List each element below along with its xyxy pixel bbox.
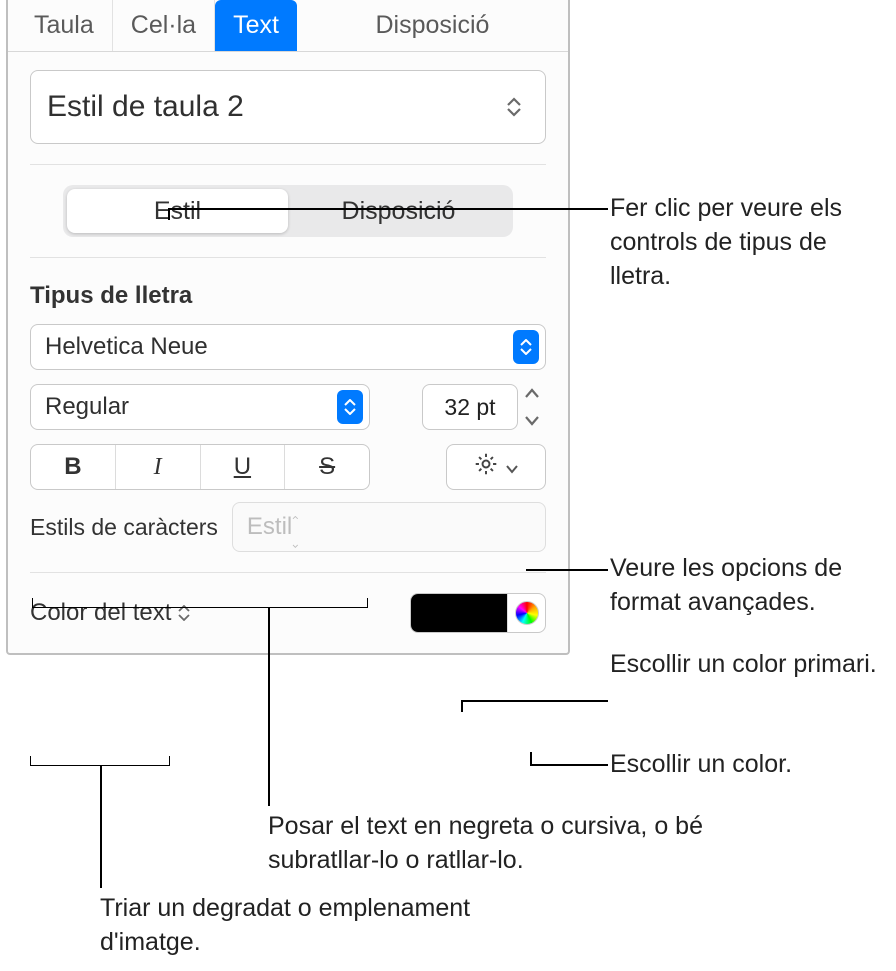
gear-icon [473,451,499,484]
font-size-value: 32 pt [444,394,495,421]
tab-text[interactable]: Text [215,0,297,51]
callout-line [530,764,608,766]
callout-line [461,700,463,712]
bracket [30,756,170,766]
popup-stepper-icon [513,330,539,364]
top-tabbar: Taula Cel·la Text Disposició [8,0,568,52]
color-swatch[interactable] [411,594,507,632]
callout-line [100,766,102,888]
callout-line [461,700,608,702]
divider [30,257,546,258]
callout-primary-color: Escollir un color primari. [610,648,890,682]
tab-taula[interactable]: Taula [8,0,113,51]
font-typeface-popup[interactable]: Regular [30,384,370,430]
callout-line [526,569,608,571]
bracket [32,598,368,608]
font-size-field[interactable]: 32 pt [422,384,518,430]
callout-line [530,752,532,764]
font-family-value: Helvetica Neue [45,333,513,361]
divider [30,572,546,573]
chevron-down-icon [505,453,519,481]
callout-pick-color: Escollir un color. [610,748,890,782]
callout-bius: Posar el text en negreta o cursiva, o bé… [268,810,748,878]
font-section-label: Tipus de lletra [30,282,546,310]
character-style-popup[interactable]: Estil [232,502,546,552]
color-wheel-button[interactable] [507,594,545,632]
callout-line [168,208,608,210]
font-size-stepper[interactable] [524,387,546,427]
paragraph-style-popup[interactable]: Estil de taula 2 [30,70,546,144]
inspector-panel: Taula Cel·la Text Disposició Estil de ta… [6,0,570,655]
font-family-popup[interactable]: Helvetica Neue [30,324,546,370]
advanced-options-button[interactable] [446,444,546,490]
callout-line [268,608,270,806]
tab-disposicio[interactable]: Disposició [297,0,568,51]
character-style-placeholder: Estil [247,513,292,541]
callout-line [168,208,170,220]
callout-gradient: Triar un degradat o emplenament d'imatge… [100,892,480,960]
bold-button[interactable]: B [31,445,116,489]
callout-advanced: Veure les opcions de format avançades. [610,552,890,620]
callout-font-controls: Fer clic per veure els controls de tipus… [610,192,890,293]
color-wheel-icon [515,601,539,625]
underline-button[interactable]: U [201,445,286,489]
italic-button[interactable]: I [116,445,201,489]
font-typeface-value: Regular [45,393,337,421]
divider [30,164,546,165]
chevron-updown-icon [505,93,523,121]
segment-estil[interactable]: Estil [67,189,288,233]
text-style-segmented: B I U S [30,444,370,490]
color-swatch-group [410,593,546,633]
text-subtab-segmented: Estil Disposició [63,185,513,237]
character-styles-label: Estils de caràcters [30,514,218,541]
segment-disposicio[interactable]: Disposició [288,189,509,233]
tab-cella[interactable]: Cel·la [113,0,215,51]
paragraph-style-value: Estil de taula 2 [47,90,244,124]
popup-stepper-icon [337,390,363,424]
chevron-updown-icon [292,499,299,555]
strikethrough-button[interactable]: S [285,445,369,489]
